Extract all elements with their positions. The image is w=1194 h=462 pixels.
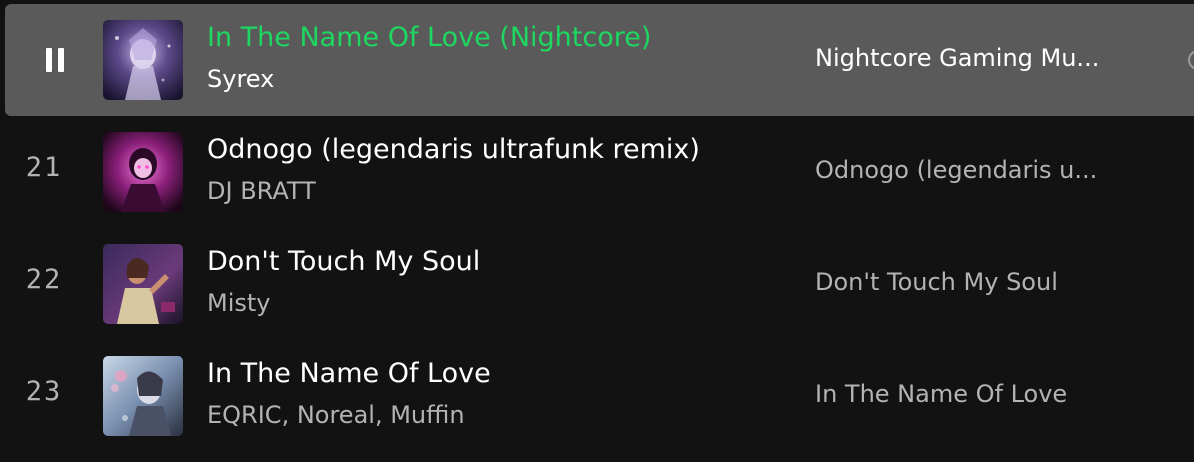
album-art	[103, 244, 183, 324]
track-title[interactable]: Odnogo (legendaris ultrafunk remix)	[207, 134, 700, 165]
track-number: 21	[25, 152, 63, 183]
track-album[interactable]: In The Name Of Love	[815, 380, 1067, 408]
track-list: In The Name Of Love (Nightcore) Syrex Ni…	[0, 0, 1194, 462]
track-row[interactable]: 23 In The Name Of Love EQRIC, Noreal, Mu…	[5, 340, 1194, 452]
track-artist[interactable]: EQRIC, Noreal, Muffin	[207, 401, 465, 429]
track-title[interactable]: In The Name Of Love	[207, 358, 491, 389]
track-title[interactable]: In The Name Of Love (Nightcore)	[207, 22, 651, 53]
album-art	[103, 20, 183, 100]
album-art	[103, 132, 183, 212]
add-circle-icon[interactable]	[1188, 50, 1194, 70]
track-album[interactable]: Don't Touch My Soul	[815, 268, 1058, 296]
track-title[interactable]: Don't Touch My Soul	[207, 246, 480, 277]
track-artist[interactable]: Misty	[207, 289, 271, 317]
track-album[interactable]: Odnogo (legendaris u...	[815, 156, 1097, 184]
track-row-playing[interactable]: In The Name Of Love (Nightcore) Syrex Ni…	[5, 4, 1194, 116]
track-album[interactable]: Nightcore Gaming Mu...	[815, 44, 1099, 72]
track-artist[interactable]: DJ BRATT	[207, 177, 316, 205]
track-row[interactable]: 22 Don't Touch My Soul Misty Don't Touch…	[5, 228, 1194, 340]
track-number: 23	[25, 376, 63, 407]
pause-icon[interactable]	[44, 48, 66, 74]
track-artist[interactable]: Syrex	[207, 65, 274, 93]
track-number: 22	[25, 264, 63, 295]
track-row[interactable]: 21 Odnogo (legendaris ultrafunk remix) D…	[5, 116, 1194, 228]
album-art	[103, 356, 183, 436]
